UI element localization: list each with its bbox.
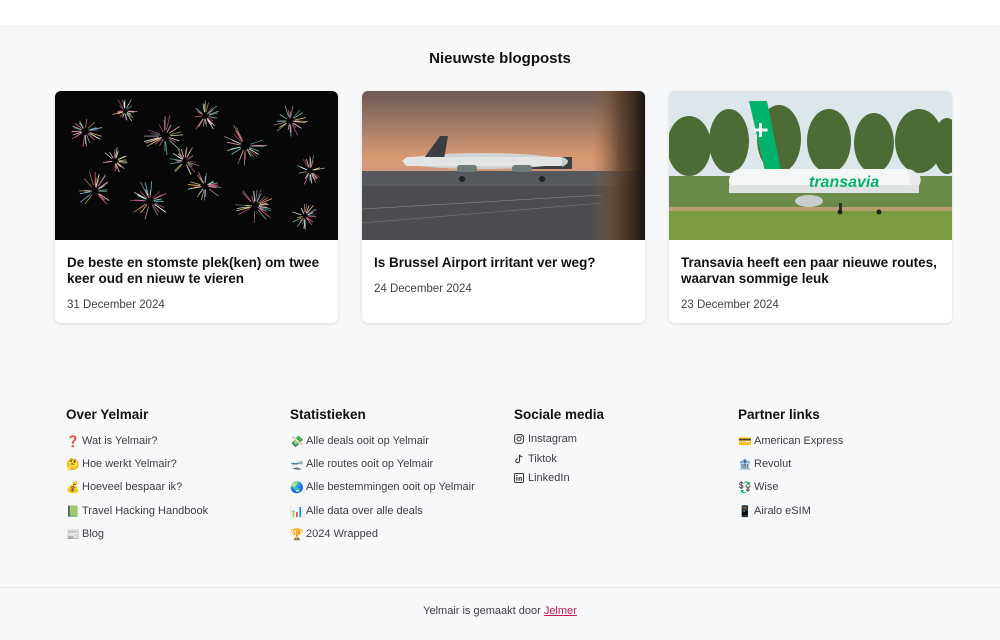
footer-link-bestemmingen[interactable]: 🌏 Alle bestemmingen ooit op Yelmair (290, 481, 510, 504)
blog-card-date: 31 December 2024 (67, 299, 165, 311)
globe-icon: 🌏 (290, 482, 304, 495)
footer-link-handbook[interactable]: 📗 Travel Hacking Handbook (66, 505, 286, 528)
footer-link-wat-is[interactable]: ❓ Wat is Yelmair? (66, 435, 286, 458)
footer-link-wise[interactable]: 💱 Wise (738, 481, 958, 504)
linkedin-icon (514, 472, 527, 484)
footer-heading: Partner links (738, 407, 820, 422)
airplane-departure-icon: 🛫 (290, 459, 304, 472)
blog-card-3[interactable]: transavia Transavia heeft een paar nieuw… (669, 91, 952, 323)
airport-plane-image (362, 91, 645, 240)
footer-link-routes[interactable]: 🛫 Alle routes ooit op Yelmair (290, 458, 510, 481)
bar-chart-icon: 📊 (290, 505, 304, 518)
mobile-phone-icon: 📱 (738, 505, 752, 518)
question-icon: ❓ (66, 436, 80, 448)
footer-link-tiktok[interactable]: Tiktok (514, 453, 734, 473)
footer-heading: Sociale media (514, 407, 605, 422)
fireworks-image (55, 91, 338, 240)
bank-icon: 🏦 (738, 459, 752, 472)
footer-link-linkedin[interactable]: LinkedIn (514, 472, 734, 492)
blog-card-date: 23 December 2024 (681, 299, 779, 311)
footer-social: Sociale media Instagram Tiktok LinkedIn (514, 407, 734, 492)
author-link[interactable]: Jelmer (544, 605, 577, 617)
green-book-icon: 📗 (66, 505, 80, 518)
section-title: Nieuwste blogposts (429, 50, 571, 67)
footer-link-revolut[interactable]: 🏦 Revolut (738, 458, 958, 481)
money-wings-icon: 💸 (290, 436, 304, 448)
credit-card-icon: 💳 (738, 436, 752, 448)
footer-about: Over Yelmair ❓ Wat is Yelmair? 🤔 Hoe werkt… (66, 407, 286, 551)
blog-card-date: 24 December 2024 (374, 283, 472, 295)
livery-text: transavia (809, 174, 879, 191)
blog-card-title[interactable]: De beste en stomste plek(ken) om twee ke… (67, 255, 329, 287)
trophy-icon: 🏆 (290, 528, 304, 541)
credits-text: Yelmair is gemaakt door Jelmer (423, 605, 577, 617)
footer-link-data[interactable]: 📊 Alle data over alle deals (290, 505, 510, 528)
blog-card-title[interactable]: Is Brussel Airport irritant ver weg? (374, 255, 636, 271)
tiktok-icon (514, 453, 527, 465)
footer-link-hoe-werkt[interactable]: 🤔 Hoe werkt Yelmair? (66, 458, 286, 481)
footer-link-deals[interactable]: 💸 Alle deals ooit op Yelmair (290, 435, 510, 458)
footer-heading: Over Yelmair (66, 407, 149, 422)
footer-partners: Partner links 💳 American Express 🏦 Revolut… (738, 407, 958, 528)
footer-link-airalo[interactable]: 📱 Airalo eSIM (738, 505, 958, 528)
blog-card-1[interactable]: De beste en stomste plek(ken) om twee ke… (55, 91, 338, 323)
thinking-face-icon: 🤔 (66, 459, 80, 472)
top-navbar (0, 0, 1000, 27)
footer-link-bespaar[interactable]: 💰 Hoeveel bespaar ik? (66, 481, 286, 504)
footer-link-wrapped[interactable]: 🏆 2024 Wrapped (290, 528, 510, 551)
footer-link-blog[interactable]: 📰 Blog (66, 528, 286, 551)
footer-link-instagram[interactable]: Instagram (514, 433, 734, 453)
footer-heading: Statistieken (290, 407, 366, 422)
instagram-icon (514, 433, 527, 445)
bottom-bar: Yelmair is gemaakt door Jelmer (0, 587, 1000, 640)
blog-card-title[interactable]: Transavia heeft een paar nieuwe routes, … (681, 255, 943, 287)
money-bag-icon: 💰 (66, 482, 80, 495)
footer-stats: Statistieken 💸 Alle deals ooit op Yelmair… (290, 407, 510, 551)
blog-card-2[interactable]: Is Brussel Airport irritant ver weg? 24 … (362, 91, 645, 323)
currency-exchange-icon: 💱 (738, 482, 752, 495)
footer-link-amex[interactable]: 💳 American Express (738, 435, 958, 458)
transavia-plane-image: transavia (669, 91, 952, 240)
newspaper-icon: 📰 (66, 528, 80, 541)
